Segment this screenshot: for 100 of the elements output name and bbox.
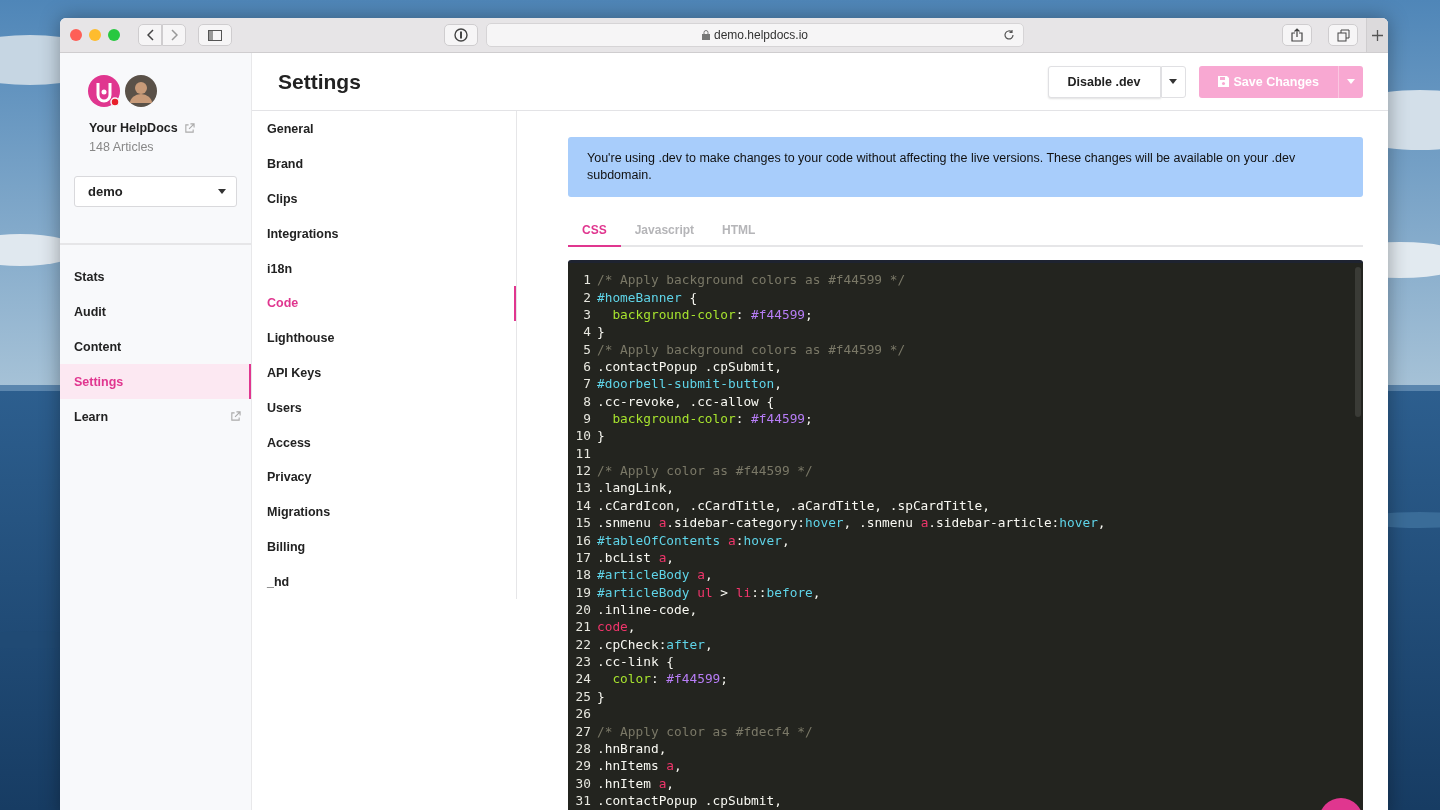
sidebar-item[interactable]: Content [60,329,251,364]
back-button[interactable] [138,24,162,46]
chevron-left-icon [146,29,154,41]
code-line: .inline-code, [597,602,698,617]
line-number: 1 [582,272,592,288]
close-icon[interactable] [70,29,82,41]
chevron-right-icon [170,29,178,41]
line-number: 13 [574,480,592,496]
sidebar-item[interactable]: Stats [60,259,251,294]
settings-nav-item[interactable]: Code [252,286,516,321]
logo-icon [88,75,120,107]
settings-nav-item[interactable]: Integrations [252,216,516,252]
reload-icon[interactable] [1003,29,1015,41]
code-line: /* Apply color as #f44599 */ [597,463,813,479]
caret-icon [1347,79,1355,84]
line-number: 4 [582,324,592,340]
line-number: 10 [574,428,592,444]
code-line: .hnItem a, [597,775,675,791]
share-icon [1291,28,1303,42]
plus-icon [1372,29,1383,41]
sidebar-item[interactable]: Settings [60,364,251,399]
code-line: .hnItems a, [597,758,682,774]
tabs-button[interactable] [1328,24,1358,46]
lock-icon [701,30,710,40]
code-line: code, [597,619,636,635]
code-line: .contactPopup .cpSubmit, [597,792,782,808]
forward-button[interactable] [162,24,186,46]
code-line: #tableOfContents a:hover, [597,532,790,548]
sidebar-icon [208,29,222,41]
code-line: #articleBody a, [597,567,713,583]
dropdown-button[interactable] [1160,65,1186,98]
line-number: 25 [574,688,592,704]
avatar[interactable] [125,75,157,107]
line-number: 8 [582,393,592,409]
settings-nav-item[interactable]: Clips [252,181,516,217]
line-number: 26 [574,706,592,722]
maximize-icon[interactable] [108,29,120,41]
settings-nav-item[interactable]: Lighthouse [252,320,516,356]
code-line: .bcList a, [597,549,675,565]
tabs-icon [1336,28,1350,42]
code-line: } [597,324,605,340]
sidebar-button[interactable] [198,24,232,46]
line-number: 14 [574,497,592,513]
caret-icon [218,189,226,194]
code-line: .cc-revoke, .cc-allow { [597,393,775,409]
line-number: 19 [574,584,592,600]
code-line: } [597,428,605,444]
line-number: 22 [574,636,592,652]
code-line: background-color: #f44599; [611,411,813,427]
line-number: 18 [574,567,592,583]
line-number: 6 [582,358,592,374]
code-line: .cCardIcon, .cCardTitle, .aCardTitle, .spCardTitle, [597,497,990,513]
line-number: 29 [574,758,592,774]
line-number: 12 [574,463,592,479]
code-editor[interactable] [568,260,1363,810]
caret-icon [1169,79,1178,84]
settings-nav-item[interactable]: _hd [252,564,516,600]
settings-nav-item[interactable]: Brand [252,146,516,182]
settings-nav-item[interactable]: Users [252,390,516,426]
code-line: background-color: #f44599; [611,306,813,322]
article-count: 148 Articles [88,140,155,154]
share-button[interactable] [1282,24,1312,46]
line-number: 23 [574,654,592,670]
line-number: 11 [574,445,592,461]
code-line: .hnBrand, [597,740,667,756]
code-tab[interactable]: CSS [568,214,621,247]
settings-nav-item[interactable]: Access [252,425,516,460]
new-tab-button[interactable] [1366,18,1388,52]
line-number: 5 [582,341,592,357]
settings-nav-item[interactable]: API Keys [252,355,516,391]
settings-nav-item[interactable]: Billing [252,529,516,565]
settings-nav-item[interactable]: Privacy [252,459,516,495]
line-number: 28 [574,740,592,756]
code-line: /* Apply background colors as #f44599 */ [597,341,906,357]
toggle-button[interactable]: Disable .dev [1047,65,1161,98]
line-number: 31 [574,792,592,808]
line-number: 24 [574,671,592,687]
info-alert: You're using .dev to make changes to your code without affecting the live versions. These changes will be available on your .dev subdomain. [568,137,1363,197]
line-number: 27 [574,723,592,739]
settings-nav-item[interactable]: i18n [252,251,516,286]
code-line: #articleBody ul > li::before, [597,584,821,600]
line-number: 16 [574,532,592,548]
code-line: color: #f44599; [611,671,728,687]
line-number: 30 [574,775,592,791]
settings-nav-item[interactable]: Migrations [252,494,516,530]
settings-nav-item[interactable]: General [252,112,516,147]
sidebar-item[interactable]: Learn [60,399,251,434]
url-text: demo.helpdocs.io [713,28,809,42]
code-line: .snmenu a.sidebar-category:hover, .snmenu a.sidebar-article:hover, [597,515,1106,531]
workspace-select[interactable]: demo [74,176,237,207]
line-number: 2 [582,289,592,305]
page-title: Settings [278,69,362,94]
code-line: .cpCheck:after, [597,636,713,652]
shield-button[interactable] [444,24,478,46]
shield-icon [454,28,468,42]
line-number: 15 [574,515,592,531]
sidebar-item[interactable]: Audit [60,294,251,329]
code-line: #doorbell-submit-button, [597,376,782,392]
address-bar[interactable]: demo.helpdocs.io [486,23,1024,47]
code-line: .cc-link { [597,654,675,670]
